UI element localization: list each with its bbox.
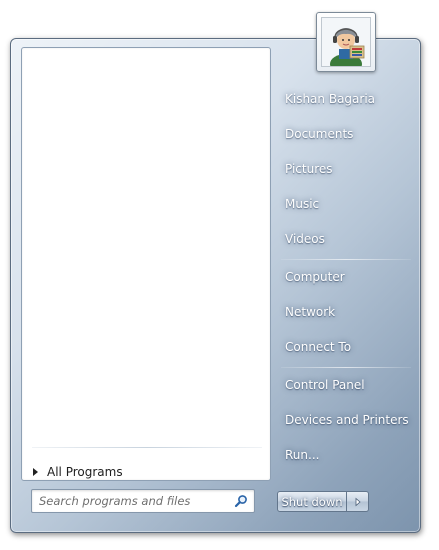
devices-printers-label: Devices and Printers [285,413,409,427]
search-box[interactable] [31,489,255,513]
all-programs-button[interactable]: All Programs [32,458,262,486]
control-panel-link[interactable]: Control Panel [276,370,416,400]
shutdown-label: Shut down [281,494,343,509]
search-icon[interactable] [234,494,248,508]
avatar-illustration [322,18,370,66]
music-link[interactable]: Music [276,189,416,219]
chevron-right-icon [355,497,361,506]
start-menu: All Programs Kishan Bagaria Documents Pi… [10,38,421,533]
run-label: Run... [285,448,320,462]
places-divider [281,259,411,260]
programs-pane: All Programs [21,47,271,481]
connect-to-label: Connect To [285,340,352,354]
avatar-picture [321,17,371,67]
run-link[interactable]: Run... [276,440,416,470]
videos-label: Videos [285,232,325,246]
triangle-right-icon [33,468,38,476]
network-label: Network [285,305,336,319]
devices-printers-link[interactable]: Devices and Printers [276,405,416,435]
search-input[interactable] [32,490,222,512]
shutdown-group: Shut down [277,491,369,512]
user-folder-link[interactable]: Kishan Bagaria [276,84,416,114]
shutdown-options-button[interactable] [347,491,369,512]
documents-link[interactable]: Documents [276,119,416,149]
computer-link[interactable]: Computer [276,262,416,292]
system-divider [281,367,411,368]
all-programs-label: All Programs [47,465,123,479]
user-name-label: Kishan Bagaria [285,92,376,106]
shutdown-button[interactable]: Shut down [277,491,347,512]
computer-label: Computer [285,270,345,284]
all-programs-divider [32,447,262,448]
pictures-label: Pictures [285,162,333,176]
videos-link[interactable]: Videos [276,224,416,254]
documents-label: Documents [285,127,354,141]
network-link[interactable]: Network [276,297,416,327]
control-panel-label: Control Panel [285,378,365,392]
pictures-link[interactable]: Pictures [276,154,416,184]
music-label: Music [285,197,320,211]
connect-to-link[interactable]: Connect To [276,332,416,362]
user-avatar[interactable] [316,12,376,72]
places-pane: Kishan Bagaria Documents Pictures Music … [273,39,420,532]
